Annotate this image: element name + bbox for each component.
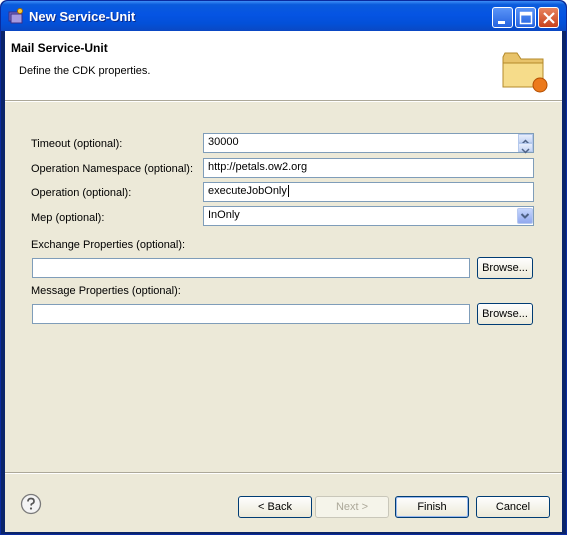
banner-title: Mail Service-Unit bbox=[11, 41, 108, 55]
exchange-properties-browse-button[interactable]: Browse... bbox=[477, 257, 533, 279]
cancel-button[interactable]: Cancel bbox=[476, 496, 550, 518]
operation-namespace-label: Operation Namespace (optional): bbox=[31, 163, 194, 175]
minimize-button[interactable] bbox=[492, 7, 513, 28]
maximize-button[interactable] bbox=[515, 7, 536, 28]
chevron-down-icon bbox=[521, 148, 530, 154]
text-cursor bbox=[287, 185, 289, 197]
timeout-label: Timeout (optional): bbox=[31, 138, 123, 150]
timeout-input[interactable]: 30000 bbox=[203, 133, 534, 153]
spinner-up-button[interactable] bbox=[518, 134, 533, 145]
message-properties-label: Message Properties (optional): bbox=[31, 285, 181, 297]
timeout-value: 30000 bbox=[208, 136, 239, 148]
finish-button[interactable]: Finish bbox=[395, 496, 469, 518]
operation-value: executeJobOnly bbox=[208, 185, 287, 197]
mep-select[interactable]: InOnly bbox=[203, 206, 534, 226]
back-button[interactable]: < Back bbox=[238, 496, 312, 518]
app-icon bbox=[8, 8, 23, 24]
cdk-properties-form: Timeout (optional): 30000 Operation Name… bbox=[5, 102, 562, 472]
dialog-body: Mail Service-Unit Define the CDK propert… bbox=[5, 31, 562, 532]
operation-input[interactable]: executeJobOnly bbox=[203, 182, 534, 202]
exchange-properties-input[interactable] bbox=[32, 258, 470, 278]
folder-icon bbox=[502, 52, 548, 93]
operation-label: Operation (optional): bbox=[31, 187, 132, 199]
wizard-window: New Service-Unit Mail Service-Unit Defin… bbox=[0, 0, 567, 535]
banner-description: Define the CDK properties. bbox=[19, 65, 151, 77]
help-icon[interactable] bbox=[20, 493, 42, 515]
message-properties-input[interactable] bbox=[32, 304, 470, 324]
window-title: New Service-Unit bbox=[29, 9, 136, 24]
close-icon bbox=[543, 12, 555, 24]
close-button[interactable] bbox=[538, 7, 559, 28]
mep-label: Mep (optional): bbox=[31, 212, 105, 224]
next-button[interactable]: Next > bbox=[315, 496, 389, 518]
message-properties-browse-button[interactable]: Browse... bbox=[477, 303, 533, 325]
timeout-spinner[interactable] bbox=[518, 134, 533, 154]
maximize-icon bbox=[519, 11, 533, 25]
titlebar[interactable]: New Service-Unit bbox=[1, 1, 566, 31]
chevron-down-icon bbox=[520, 213, 530, 219]
mep-dropdown-button[interactable] bbox=[517, 208, 533, 224]
exchange-properties-label: Exchange Properties (optional): bbox=[31, 239, 186, 251]
wizard-banner: Mail Service-Unit Define the CDK propert… bbox=[5, 31, 562, 101]
spinner-down-button[interactable] bbox=[518, 143, 533, 154]
operation-namespace-input[interactable]: http://petals.ow2.org bbox=[203, 158, 534, 178]
mep-value: InOnly bbox=[208, 209, 240, 221]
minimize-icon bbox=[498, 21, 505, 24]
footer-separator bbox=[5, 472, 562, 474]
operation-namespace-value: http://petals.ow2.org bbox=[208, 161, 308, 173]
